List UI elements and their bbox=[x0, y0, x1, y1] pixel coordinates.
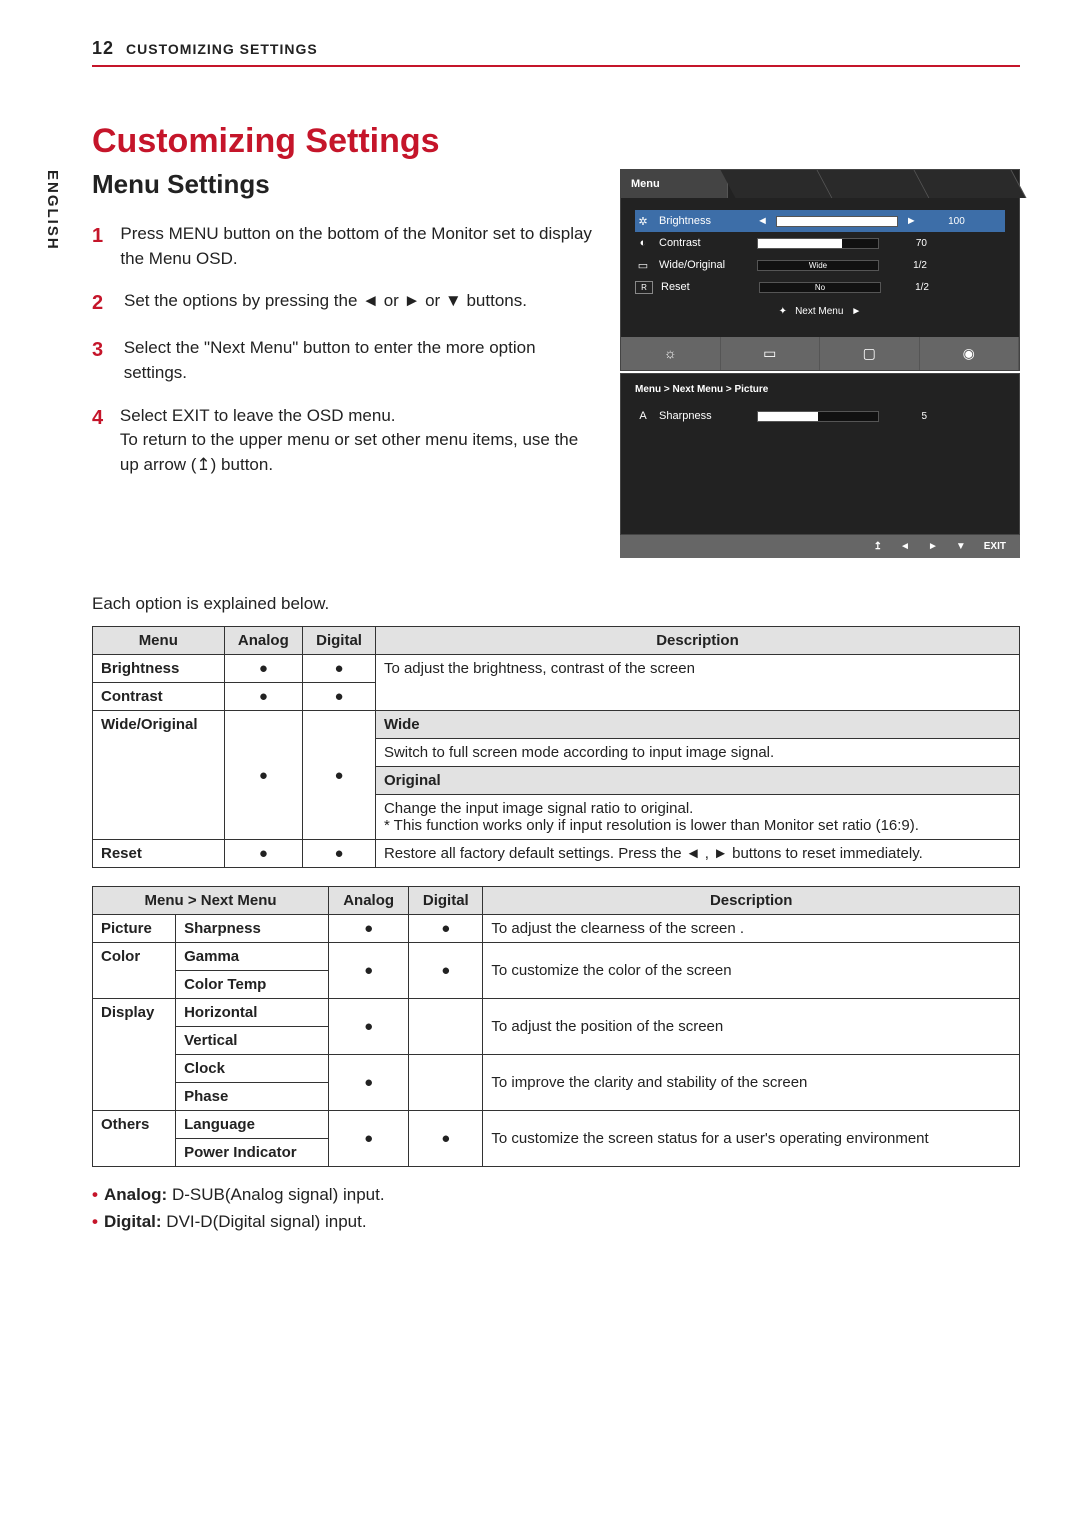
osd-row-sharpness: ASharpness5 bbox=[635, 405, 1005, 427]
target-icon: ◉ bbox=[920, 337, 1020, 370]
osd-nav-bar: ↥ ◄ ► ▼ EXIT bbox=[620, 535, 1020, 558]
step-3: 3Select the "Next Menu" button to enter … bbox=[92, 336, 596, 385]
footnotes: •Analog: D-SUB(Analog signal) input. •Di… bbox=[92, 1181, 1020, 1235]
right-icon: ► bbox=[928, 541, 938, 552]
wide-icon: ▭ bbox=[635, 259, 651, 272]
page-number: 12 bbox=[92, 38, 114, 59]
heading-2: Menu Settings bbox=[92, 169, 596, 200]
screen-icon: ▭ bbox=[721, 337, 821, 370]
running-header: 12 CUSTOMIZING SETTINGS bbox=[92, 38, 1020, 59]
heading-1: Customizing Settings bbox=[92, 122, 1020, 161]
osd-tab-menu: Menu bbox=[621, 170, 728, 198]
step-2: 2Set the options by pressing the ◄ or ► … bbox=[92, 289, 596, 318]
osd-row-contrast: ◐Contrast70 bbox=[635, 232, 1005, 254]
section-title: CUSTOMIZING SETTINGS bbox=[126, 41, 318, 57]
step-1: 1Press MENU button on the bottom of the … bbox=[92, 222, 596, 271]
header-rule bbox=[92, 65, 1020, 67]
osd-row-reset: RResetNo1/2 bbox=[635, 276, 1005, 298]
menu-table: MenuAnalogDigitalDescription Brightness●… bbox=[92, 626, 1020, 868]
osd-illustration: Menu ✲Brightness◄►100 ◐Contrast70 ▭Wide/… bbox=[620, 169, 1020, 558]
exit-label: EXIT bbox=[984, 541, 1006, 552]
osd-row-brightness: ✲Brightness◄►100 bbox=[635, 210, 1005, 232]
osd-mode-icons: ☼ ▭ ▢ ◉ bbox=[621, 337, 1019, 370]
osd-breadcrumb: Menu > Next Menu > Picture bbox=[635, 384, 1005, 405]
table-intro: Each option is explained below. bbox=[92, 594, 1020, 614]
window-icon: ▢ bbox=[820, 337, 920, 370]
osd-tabs: Menu bbox=[621, 170, 1019, 198]
step-4: 4Select EXIT to leave the OSD menu. To r… bbox=[92, 404, 596, 478]
up-icon: ↥ bbox=[874, 541, 882, 552]
reset-icon: R bbox=[635, 281, 653, 294]
contrast-icon: ◐ bbox=[635, 237, 651, 249]
left-icon: ◄ bbox=[900, 541, 910, 552]
next-menu-table: Menu > Next MenuAnalogDigitalDescription… bbox=[92, 886, 1020, 1167]
down-icon: ▼ bbox=[956, 541, 966, 552]
brightness-icon: ✲ bbox=[635, 215, 651, 228]
sun-icon: ☼ bbox=[621, 337, 721, 370]
steps-list: 1Press MENU button on the bottom of the … bbox=[92, 222, 596, 477]
osd-row-wide: ▭Wide/OriginalWide1/2 bbox=[635, 254, 1005, 276]
language-tab: ENGLISH bbox=[44, 170, 61, 251]
osd-next-menu: ✦Next Menu► bbox=[635, 298, 1005, 325]
